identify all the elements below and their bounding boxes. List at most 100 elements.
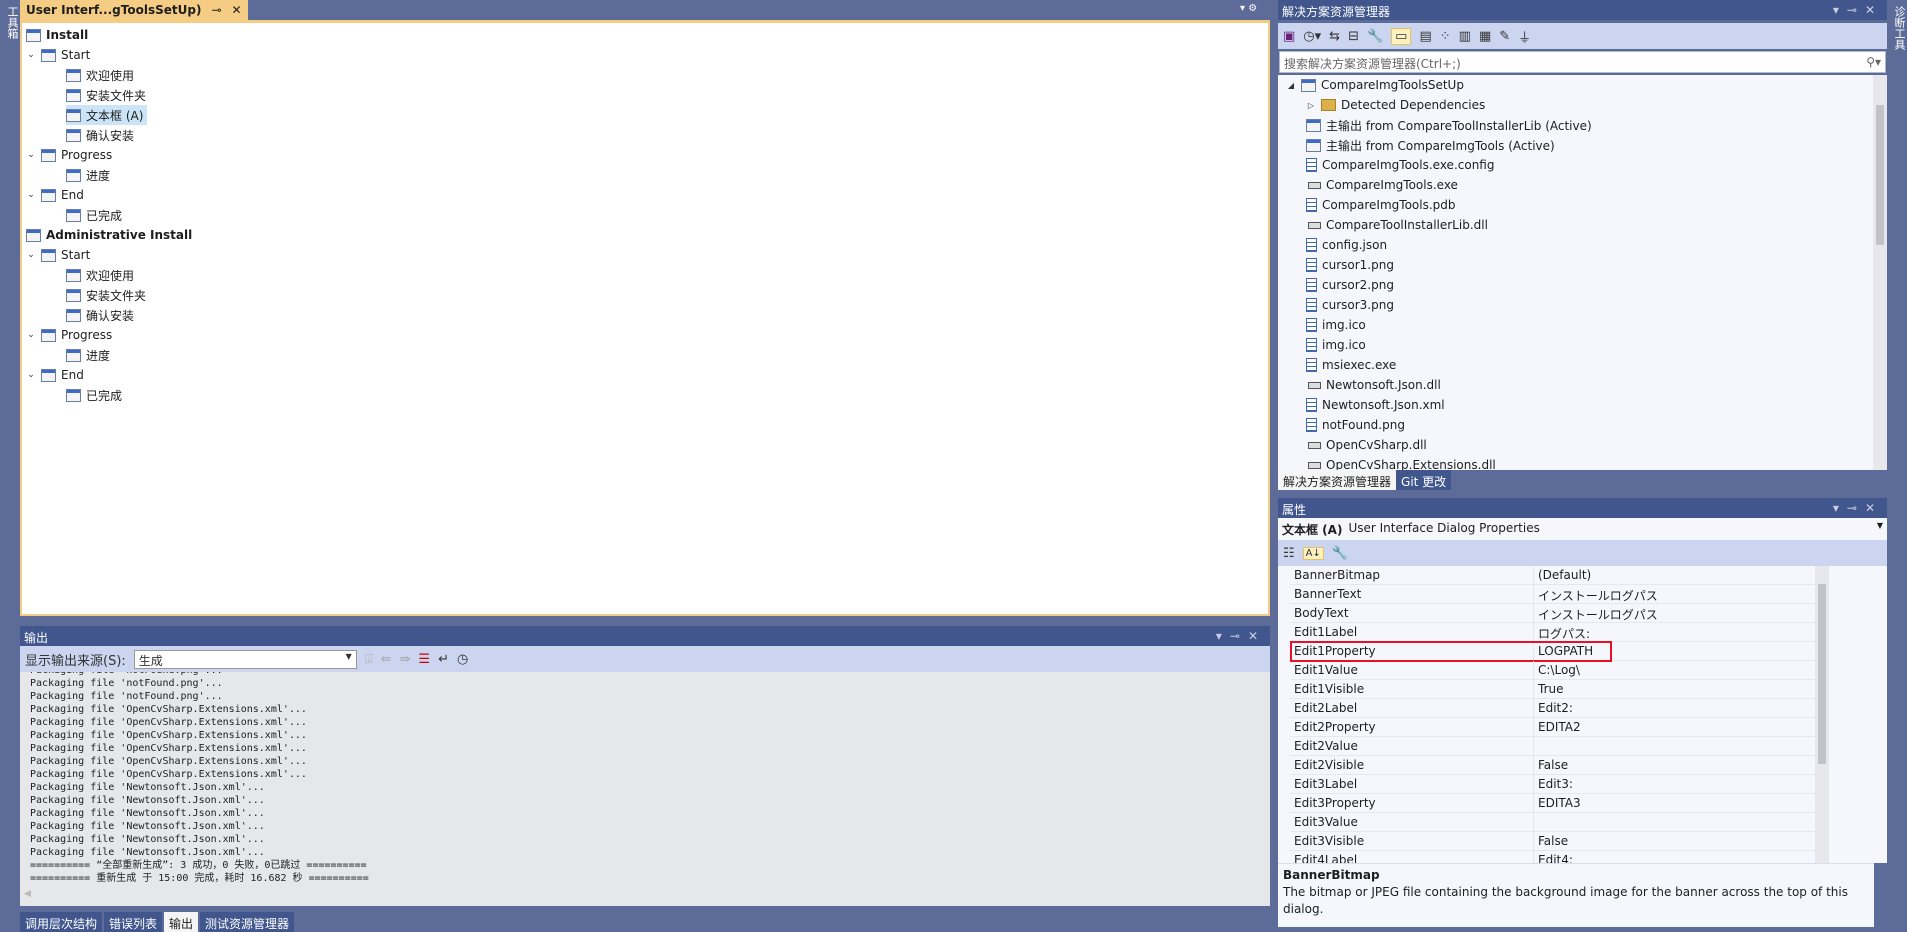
tree-item[interactable]: ⌄ End xyxy=(26,185,88,205)
tree-item[interactable]: 文本框 (A) xyxy=(66,105,148,125)
tree-item[interactable]: ⌄ End xyxy=(26,365,88,385)
property-row[interactable]: Edit3Property EDITA3 xyxy=(1290,794,1816,813)
solution-search-input[interactable]: 搜索解决方案资源管理器(Ctrl+;) ⚲▾ xyxy=(1279,51,1886,73)
tree-item[interactable]: ⌄ Progress xyxy=(26,325,116,345)
diagnostic-tools-strip[interactable]: 诊断工具 xyxy=(1887,0,1907,932)
property-row[interactable]: Edit2Visible False xyxy=(1290,756,1816,775)
solution-tab[interactable]: 解决方案资源管理器 xyxy=(1278,470,1397,490)
property-value[interactable]: (Default) xyxy=(1534,566,1595,584)
pin-icon[interactable]: ⊸ xyxy=(211,3,221,17)
tree-item[interactable]: 确认安装 xyxy=(66,305,138,325)
property-value[interactable] xyxy=(1534,737,1542,755)
property-row[interactable]: Edit2Label Edit2: xyxy=(1290,699,1816,718)
panel-controls[interactable]: ▾⊸✕ xyxy=(1216,629,1266,643)
property-value[interactable]: False xyxy=(1534,756,1572,774)
solution-tab[interactable]: Git 更改 xyxy=(1396,470,1452,490)
sync-icon[interactable]: ⇆ xyxy=(1329,29,1340,44)
solution-item[interactable]: cursor2.png xyxy=(1306,275,1394,295)
tree-item[interactable]: 进度 xyxy=(66,345,114,365)
property-value[interactable]: インストールログパス xyxy=(1534,585,1662,603)
switch-views-icon[interactable]: ▣ xyxy=(1283,29,1295,44)
search-icon[interactable]: ⚲▾ xyxy=(1866,55,1881,69)
tree-item[interactable]: Install xyxy=(26,25,92,45)
registry-editor-icon[interactable]: ⁘ xyxy=(1440,29,1451,44)
property-row[interactable]: Edit3Value xyxy=(1290,813,1816,832)
alphabetical-icon[interactable]: A↓ xyxy=(1302,546,1324,560)
document-tab[interactable]: User Interf...gToolsSetUp) ⊸ ✕ xyxy=(20,0,248,20)
tree-item[interactable]: 欢迎使用 xyxy=(66,65,138,85)
source-select[interactable]: 生成 ▼ xyxy=(133,649,357,669)
go-to-line-icon[interactable]: ⍗ xyxy=(365,652,373,667)
clear-all-icon[interactable]: ☰ xyxy=(418,652,430,667)
solution-item[interactable]: OpenCvSharp.dll xyxy=(1306,435,1427,455)
vertical-scrollbar[interactable] xyxy=(1873,75,1887,470)
solution-item[interactable]: CompareImgTools.exe xyxy=(1306,175,1458,195)
expander-icon[interactable]: ▷ xyxy=(1306,101,1316,110)
solution-item[interactable]: cursor3.png xyxy=(1306,295,1394,315)
expander-icon[interactable]: ◢ xyxy=(1286,81,1296,90)
solution-item[interactable]: CompareToolInstallerLib.dll xyxy=(1306,215,1488,235)
next-message-icon[interactable]: ⇛ xyxy=(400,652,411,667)
solution-item[interactable]: img.ico xyxy=(1306,315,1366,335)
solution-item[interactable]: img.ico xyxy=(1306,335,1366,355)
pending-changes-icon[interactable]: ◷▾ xyxy=(1303,29,1321,44)
property-value[interactable]: True xyxy=(1534,680,1568,698)
tree-item[interactable]: 已完成 xyxy=(66,385,126,405)
property-row[interactable]: BodyText インストールログパス xyxy=(1290,604,1816,623)
tree-item[interactable]: ⌄ Start xyxy=(26,45,94,65)
toolbox-strip[interactable]: 工具箱 xyxy=(0,0,20,932)
tree-item[interactable]: 欢迎使用 xyxy=(66,265,138,285)
custom-actions-icon[interactable]: ✎ xyxy=(1499,29,1510,44)
bottom-tab[interactable]: 调用层次结构 xyxy=(20,912,103,932)
property-value[interactable]: インストールログパス xyxy=(1534,604,1662,622)
horizontal-scrollbar[interactable]: ◀ xyxy=(20,889,1270,906)
property-row[interactable]: Edit1Label ログパス: xyxy=(1290,623,1816,642)
vertical-scrollbar[interactable] xyxy=(1815,566,1829,863)
property-value[interactable]: EDITA3 xyxy=(1534,794,1585,812)
solution-item[interactable]: msiexec.exe xyxy=(1306,355,1396,375)
property-value[interactable]: ログパス: xyxy=(1534,623,1594,641)
solution-item[interactable]: Newtonsoft.Json.dll xyxy=(1306,375,1441,395)
bottom-tab[interactable]: 错误列表 xyxy=(104,912,163,932)
properties-wrench-icon[interactable]: 🔧 xyxy=(1367,29,1383,44)
tree-item[interactable]: 已完成 xyxy=(66,205,126,225)
chevron-down-icon[interactable]: ⌄ xyxy=(26,50,36,60)
solution-item[interactable]: OpenCvSharp.Extensions.dll xyxy=(1306,455,1496,470)
collapse-all-icon[interactable]: ⊟ xyxy=(1348,29,1359,44)
solution-item[interactable]: CompareImgTools.pdb xyxy=(1306,195,1456,215)
file-types-icon[interactable]: ▥ xyxy=(1459,29,1471,44)
solution-item[interactable]: cursor1.png xyxy=(1306,255,1394,275)
property-row[interactable]: Edit1Value C:\Log\ xyxy=(1290,661,1816,680)
property-row[interactable]: Edit3Visible False xyxy=(1290,832,1816,851)
property-row[interactable]: Edit3Label Edit3: xyxy=(1290,775,1816,794)
solution-item[interactable]: 主输出 from CompareImgTools (Active) xyxy=(1306,135,1555,155)
tree-item[interactable]: 安装文件夹 xyxy=(66,285,150,305)
chevron-down-icon[interactable]: ⌄ xyxy=(26,150,36,160)
property-row[interactable]: Edit1Visible True xyxy=(1290,680,1816,699)
property-value[interactable]: Edit4: xyxy=(1534,851,1577,863)
doc-window-controls[interactable]: ▾ ⚙ xyxy=(1240,3,1257,14)
solution-item[interactable]: notFound.png xyxy=(1306,415,1405,435)
solution-item[interactable]: config.json xyxy=(1306,235,1387,255)
launch-conditions-icon[interactable]: ⏚ xyxy=(1518,27,1531,46)
property-row[interactable]: Edit2Property EDITA2 xyxy=(1290,718,1816,737)
tree-item[interactable]: ⌄ Progress xyxy=(26,145,116,165)
property-value[interactable]: False xyxy=(1534,832,1572,850)
show-all-files-icon[interactable]: ▭ xyxy=(1391,27,1412,45)
property-row[interactable]: Edit2Value xyxy=(1290,737,1816,756)
clock-icon[interactable]: ◷ xyxy=(457,652,468,667)
bottom-tab[interactable]: 输出 xyxy=(164,912,199,932)
property-value[interactable]: Edit3: xyxy=(1534,775,1577,793)
tree-item[interactable]: Administrative Install xyxy=(26,225,196,245)
solution-item[interactable]: CompareImgTools.exe.config xyxy=(1306,155,1494,175)
tree-item[interactable]: 进度 xyxy=(66,165,114,185)
close-icon[interactable]: ✕ xyxy=(232,3,242,17)
output-text[interactable]: Packaging file 'notFound.png'... Packagin… xyxy=(20,672,1270,889)
solution-item[interactable]: ◢ CompareImgToolsSetUp xyxy=(1286,75,1464,95)
word-wrap-icon[interactable]: ↵ xyxy=(438,652,449,667)
user-interface-editor-icon[interactable]: ▦ xyxy=(1479,29,1491,44)
chevron-down-icon[interactable]: ⌄ xyxy=(26,250,36,260)
chevron-down-icon[interactable]: ⌄ xyxy=(26,190,36,200)
tree-item[interactable]: ⌄ Start xyxy=(26,245,94,265)
panel-controls[interactable]: ▾⊸✕ xyxy=(1833,501,1883,515)
